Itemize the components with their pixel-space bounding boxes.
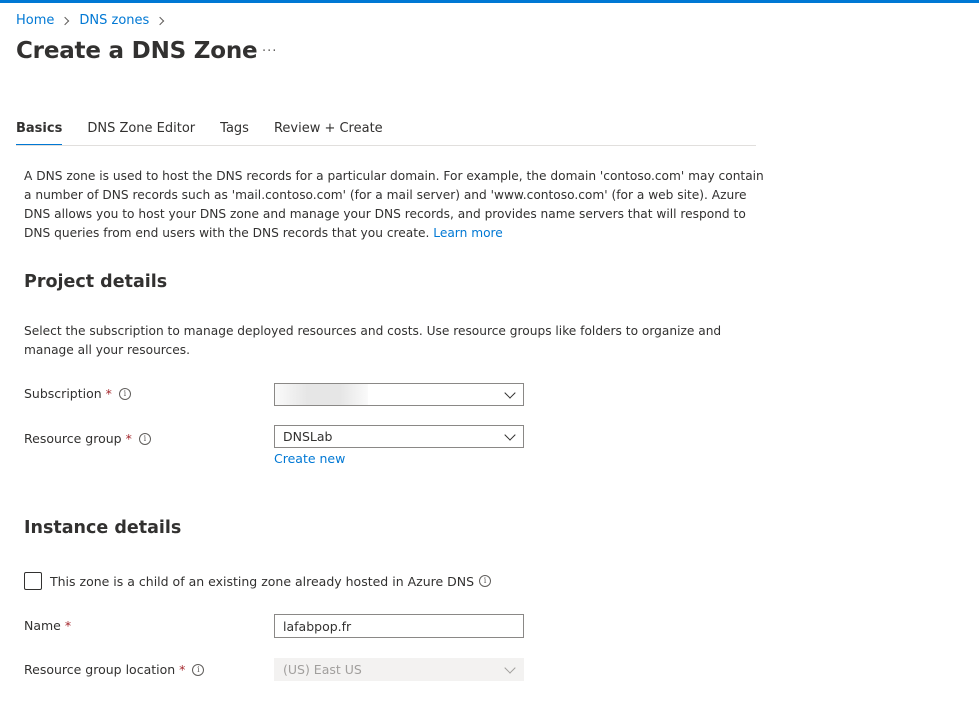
intro-text: A DNS zone is used to host the DNS recor… (24, 169, 764, 240)
required-marker: * (64, 618, 72, 633)
tab-tags[interactable]: Tags (220, 118, 249, 146)
resource-group-location-label-text: Resource group location (24, 662, 176, 677)
top-accent-bar (0, 0, 979, 3)
info-icon[interactable]: i (138, 432, 151, 445)
subscription-label-text: Subscription (24, 386, 102, 401)
child-zone-checkbox[interactable] (24, 572, 42, 590)
tab-review-create[interactable]: Review + Create (274, 118, 383, 146)
resource-group-location-label: Resource group location * i (24, 662, 205, 677)
tab-basics[interactable]: Basics (16, 118, 63, 146)
breadcrumb-home-link[interactable]: Home (16, 13, 54, 28)
tab-divider (16, 145, 756, 146)
redacted-subscription-value (275, 384, 368, 405)
tab-bar: Basics DNS Zone Editor Tags Review + Cre… (16, 118, 408, 146)
page-title: Create a DNS Zone (16, 38, 258, 64)
resource-group-value: DNSLab (283, 429, 333, 444)
chevron-down-icon (504, 429, 516, 441)
required-marker: * (105, 386, 112, 401)
name-label-text: Name (24, 618, 61, 633)
name-label: Name * (24, 618, 71, 633)
resource-group-location-select: (US) East US (274, 658, 524, 681)
name-input[interactable] (274, 614, 524, 638)
resource-group-label-text: Resource group (24, 431, 122, 446)
child-zone-label: This zone is a child of an existing zone… (50, 573, 475, 589)
project-details-heading: Project details (24, 272, 168, 292)
resource-group-select[interactable]: DNSLab (274, 425, 524, 448)
intro-description: A DNS zone is used to host the DNS recor… (24, 167, 764, 243)
info-icon[interactable]: i (118, 387, 131, 400)
chevron-right-icon (61, 16, 70, 25)
info-icon[interactable]: i (479, 575, 492, 587)
create-new-resource-group-link[interactable]: Create new (274, 451, 345, 466)
chevron-right-icon (156, 16, 165, 25)
info-icon[interactable]: i (192, 663, 205, 676)
learn-more-link[interactable]: Learn more (433, 226, 503, 240)
subscription-select[interactable] (274, 383, 524, 406)
child-zone-row: This zone is a child of an existing zone… (24, 572, 492, 590)
required-marker: * (125, 431, 132, 446)
resource-group-label: Resource group * i (24, 431, 151, 446)
breadcrumb: Home DNS zones (16, 13, 174, 28)
more-options-button[interactable]: ··· (262, 44, 277, 59)
resource-group-location-value: (US) East US (283, 662, 362, 677)
subscription-label: Subscription * i (24, 386, 131, 401)
chevron-down-icon (504, 662, 516, 674)
instance-details-heading: Instance details (24, 518, 182, 538)
tab-dns-zone-editor[interactable]: DNS Zone Editor (87, 118, 195, 146)
chevron-down-icon (504, 387, 516, 399)
required-marker: * (179, 662, 186, 677)
project-details-description: Select the subscription to manage deploy… (24, 324, 722, 357)
breadcrumb-dns-zones-link[interactable]: DNS zones (79, 13, 149, 28)
